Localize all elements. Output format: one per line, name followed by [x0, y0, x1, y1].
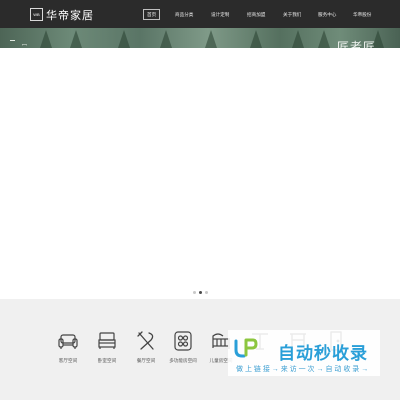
banner-dash — [10, 40, 15, 41]
slider-dots — [193, 291, 208, 294]
banner-left-text: ꟷ — [22, 42, 27, 48]
nav-item-design[interactable]: 设计定制 — [211, 9, 229, 20]
nav-item-home[interactable]: 首页 — [143, 9, 161, 20]
banner-tree — [40, 30, 52, 48]
banner-tree — [160, 30, 172, 48]
category-label: 多功能房空间 — [169, 358, 197, 363]
banner-tree — [292, 30, 304, 48]
multi-room-icon — [174, 331, 192, 351]
category-bedroom[interactable]: 卧室空间 — [87, 330, 127, 364]
banner-tree — [205, 30, 217, 48]
nav-item-service[interactable]: 服务中心 — [318, 9, 336, 20]
watermark-title: 自动秒收录 — [278, 344, 368, 363]
banner-tree — [318, 30, 330, 48]
banner-tree — [70, 30, 82, 48]
nav-item-products[interactable]: 商品分类 — [175, 9, 193, 20]
nav-item-vatti[interactable]: 华帝股份 — [353, 9, 371, 20]
banner-slogan: 匠者匠 — [337, 40, 377, 48]
nav-item-franchise[interactable]: 招商加盟 — [247, 9, 265, 20]
slider-dot[interactable] — [205, 291, 208, 294]
watermark-logo-icon — [234, 338, 258, 358]
category-dining-room[interactable]: 餐厅空间 — [126, 330, 166, 364]
watermark-overlay: 自动秒收录 做 上 链 接 → 来 访 一 次 → 自 动 收 录 → — [228, 330, 380, 376]
slider-dot[interactable] — [193, 291, 196, 294]
category-label: 餐厅空间 — [136, 358, 156, 363]
hero-banner[interactable]: ꟷ 匠者匠 — [0, 28, 400, 48]
top-header: WB 华帝家居 首页 商品分类 设计定制 招商加盟 关于我们 服务中心 华帝股份 — [0, 0, 400, 28]
category-multi-room[interactable]: 多功能房空间 — [163, 330, 203, 364]
category-label: 客厅空间 — [58, 358, 78, 363]
slider-dot-active[interactable] — [199, 291, 202, 294]
fork-knife-icon — [137, 331, 154, 350]
main-nav: 首页 商品分类 设计定制 招商加盟 关于我们 服务中心 华帝股份 — [0, 9, 400, 20]
watermark-subtitle: 做 上 链 接 → 来 访 一 次 → 自 动 收 录 → — [236, 366, 369, 373]
nav-item-about[interactable]: 关于我们 — [283, 9, 301, 20]
bed-icon — [98, 332, 116, 349]
banner-tree — [250, 30, 262, 48]
category-label: 卧室空间 — [97, 358, 117, 363]
sofa-icon — [58, 334, 78, 349]
category-living-room[interactable]: 客厅空间 — [48, 330, 88, 364]
banner-tree — [118, 30, 130, 48]
